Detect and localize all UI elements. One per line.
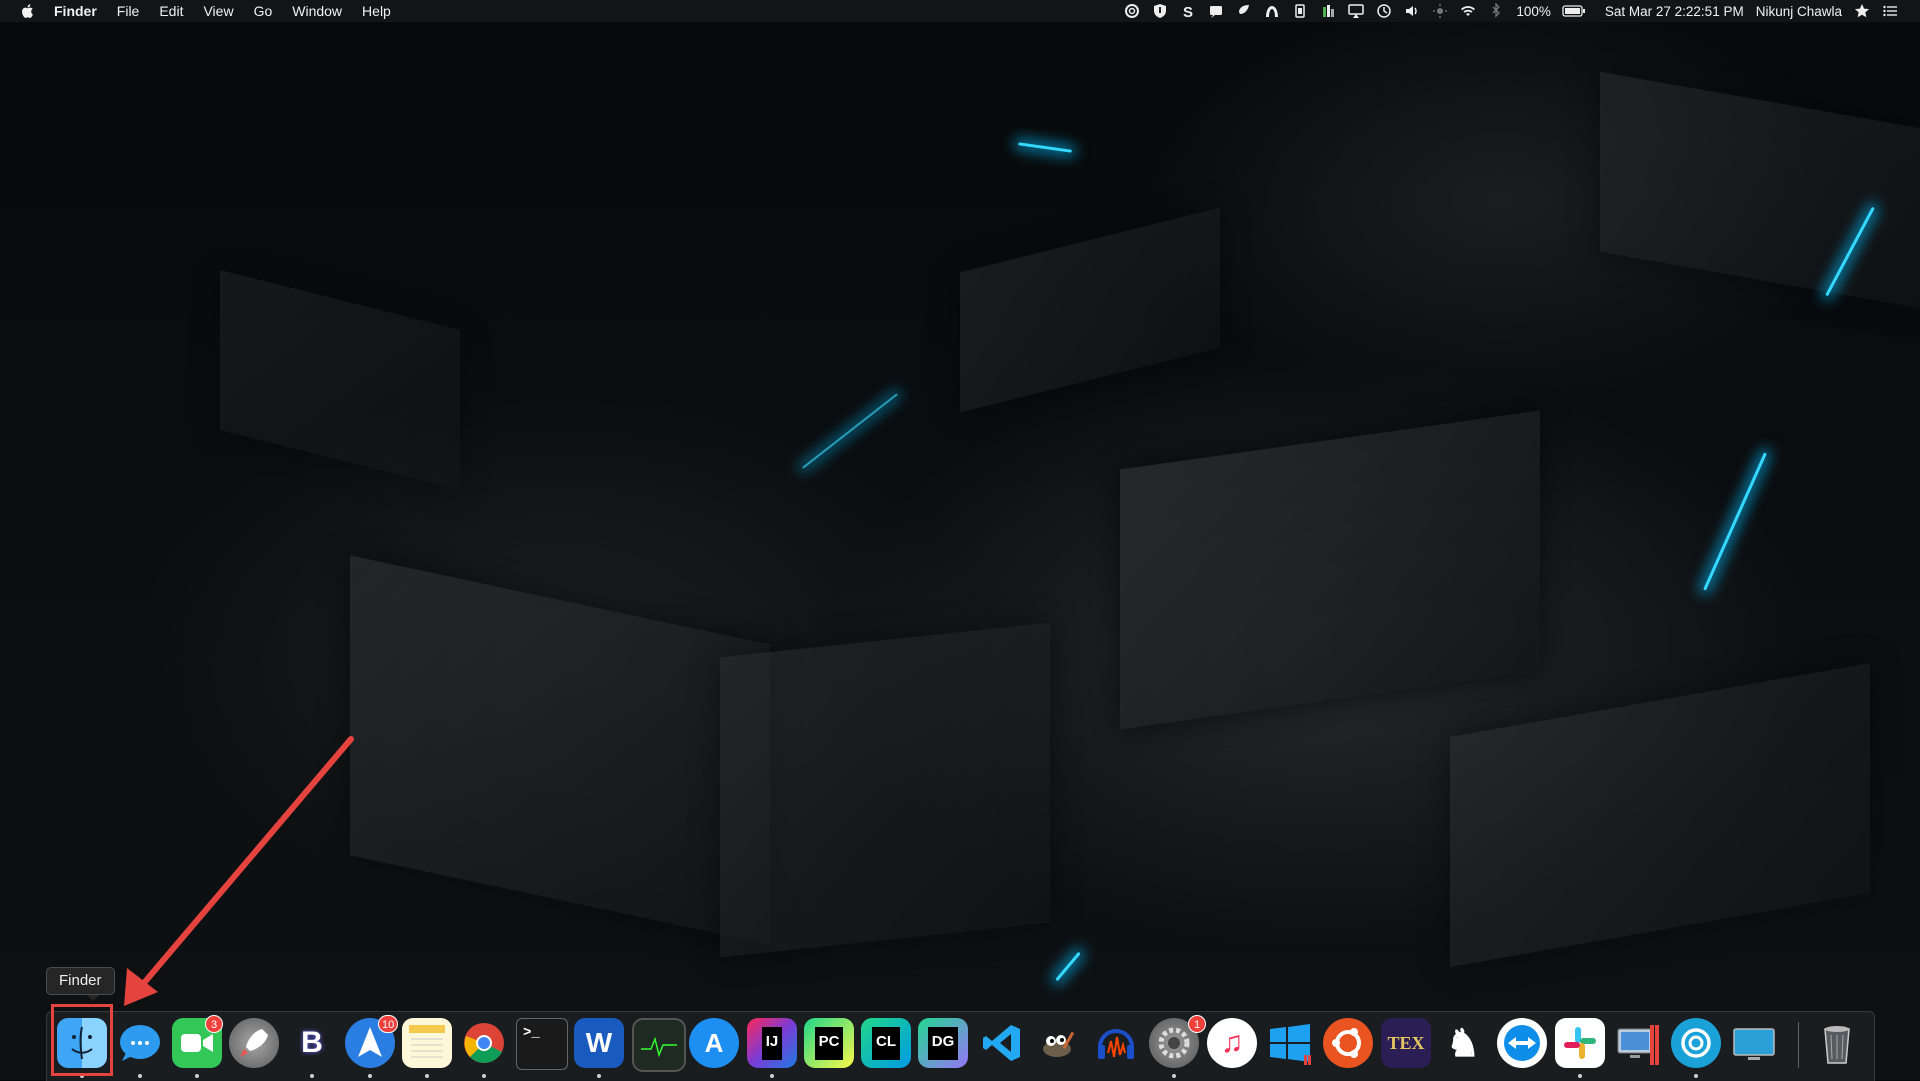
star-icon[interactable] <box>1853 3 1871 19</box>
dock-music-icon[interactable]: ♫ <box>1207 1018 1257 1068</box>
dock-slack-icon[interactable] <box>1555 1018 1605 1068</box>
dock-texshop-icon[interactable]: TEX <box>1381 1018 1431 1068</box>
dock-terminal-icon[interactable]: >_ <box>516 1018 568 1070</box>
dock-clion-icon[interactable]: CL <box>861 1018 911 1068</box>
dock-chess-icon[interactable]: ♞ <box>1438 1018 1488 1068</box>
wifi-icon[interactable] <box>1459 3 1477 19</box>
running-indicator <box>1694 1074 1698 1078</box>
menu-app-finder[interactable]: Finder <box>54 0 107 22</box>
grammarly-icon[interactable] <box>1123 3 1141 19</box>
running-indicator <box>770 1074 774 1078</box>
facetime-badge: 3 <box>205 1015 223 1033</box>
menu-file[interactable]: File <box>107 0 150 22</box>
dock-bbedit-icon[interactable]: B <box>287 1018 337 1068</box>
volume-icon[interactable] <box>1403 3 1421 19</box>
menu-view[interactable]: View <box>193 0 243 22</box>
texshop-label: TEX <box>1387 1032 1425 1053</box>
battery-icon[interactable] <box>1562 3 1586 19</box>
dock-word-icon[interactable]: W <box>574 1018 624 1068</box>
dock-messages-icon[interactable] <box>115 1018 165 1068</box>
running-indicator <box>597 1074 601 1078</box>
dock-parallels-icon[interactable] <box>1613 1018 1663 1068</box>
spark-badge: 10 <box>378 1015 399 1033</box>
dock-windows-vm-icon[interactable] <box>1265 1018 1315 1068</box>
running-indicator <box>482 1074 486 1078</box>
apple-menu-icon[interactable] <box>20 3 36 19</box>
dock-gimp-icon[interactable] <box>1034 1018 1084 1068</box>
system-preferences-badge: 1 <box>1188 1015 1206 1033</box>
dock-chrome-icon[interactable] <box>459 1018 509 1068</box>
intellij-label: IJ <box>761 1026 783 1060</box>
dock-ubuntu-vm-icon[interactable] <box>1323 1018 1373 1068</box>
app-store-label: A <box>704 1027 724 1058</box>
dock-vscode-icon[interactable] <box>977 1018 1027 1068</box>
svg-text:S: S <box>1183 4 1193 19</box>
notification-icon[interactable] <box>1207 3 1225 19</box>
memory-icon[interactable] <box>1319 3 1337 19</box>
menu-edit[interactable]: Edit <box>149 0 193 22</box>
dock-audacity-icon[interactable] <box>1091 1018 1141 1068</box>
running-indicator <box>1172 1074 1176 1078</box>
datagrip-label: DG <box>927 1026 959 1060</box>
running-indicator <box>368 1074 372 1078</box>
dock-intellij-icon[interactable]: IJ <box>747 1018 797 1068</box>
terminal-label: >_ <box>523 1025 540 1041</box>
running-indicator <box>1578 1074 1582 1078</box>
music-label: ♫ <box>1220 1026 1244 1059</box>
clock[interactable]: Sat Mar 27 2:22:51 PM <box>1605 4 1744 19</box>
airplay-icon[interactable] <box>1347 3 1365 19</box>
cpu-icon[interactable] <box>1291 3 1309 19</box>
pycharm-label: PC <box>814 1026 844 1060</box>
word-label: W <box>585 1027 613 1058</box>
dock-trash-icon[interactable] <box>1812 1018 1862 1068</box>
running-indicator <box>195 1074 199 1078</box>
dock-separator <box>1798 1022 1799 1068</box>
arch-icon[interactable] <box>1263 3 1281 19</box>
time-machine-icon[interactable] <box>1375 3 1393 19</box>
dock-activity-monitor-icon[interactable] <box>632 1018 686 1072</box>
battery-percent: 100% <box>1516 3 1551 19</box>
chess-label: ♞ <box>1445 1022 1481 1065</box>
clion-label: CL <box>872 1026 900 1060</box>
dock-app-store-icon[interactable]: A <box>689 1018 739 1068</box>
annotation-highlight-box <box>51 1004 113 1076</box>
dock-tooltip: Finder <box>46 967 115 1001</box>
bluetooth-icon[interactable] <box>1487 3 1505 19</box>
user-name[interactable]: Nikunj Chawla <box>1756 4 1842 19</box>
running-indicator <box>138 1074 142 1078</box>
menu-help[interactable]: Help <box>352 0 401 22</box>
list-icon[interactable] <box>1881 3 1899 19</box>
menu-go[interactable]: Go <box>244 0 283 22</box>
s-icon[interactable]: S <box>1179 3 1197 19</box>
diamond-icon[interactable] <box>1235 3 1253 19</box>
menu-window[interactable]: Window <box>282 0 352 22</box>
brightness-icon[interactable] <box>1431 3 1449 19</box>
dock-pycharm-icon[interactable]: PC <box>804 1018 854 1068</box>
dock-screen-icon[interactable] <box>1729 1018 1779 1068</box>
dock-launchpad-icon[interactable] <box>229 1018 279 1068</box>
dock-teamviewer-icon[interactable] <box>1497 1018 1547 1068</box>
running-indicator <box>425 1074 429 1078</box>
shield-icon[interactable] <box>1151 3 1169 19</box>
dock-grammarly-icon[interactable] <box>1671 1018 1721 1068</box>
bbedit-label: B <box>301 1026 323 1059</box>
desktop-wallpaper <box>0 0 1920 1080</box>
menu-bar: Finder File Edit View Go Window Help S 1… <box>0 0 1920 22</box>
dock-datagrip-icon[interactable]: DG <box>918 1018 968 1068</box>
dock-notes-icon[interactable] <box>402 1018 452 1068</box>
running-indicator <box>310 1074 314 1078</box>
